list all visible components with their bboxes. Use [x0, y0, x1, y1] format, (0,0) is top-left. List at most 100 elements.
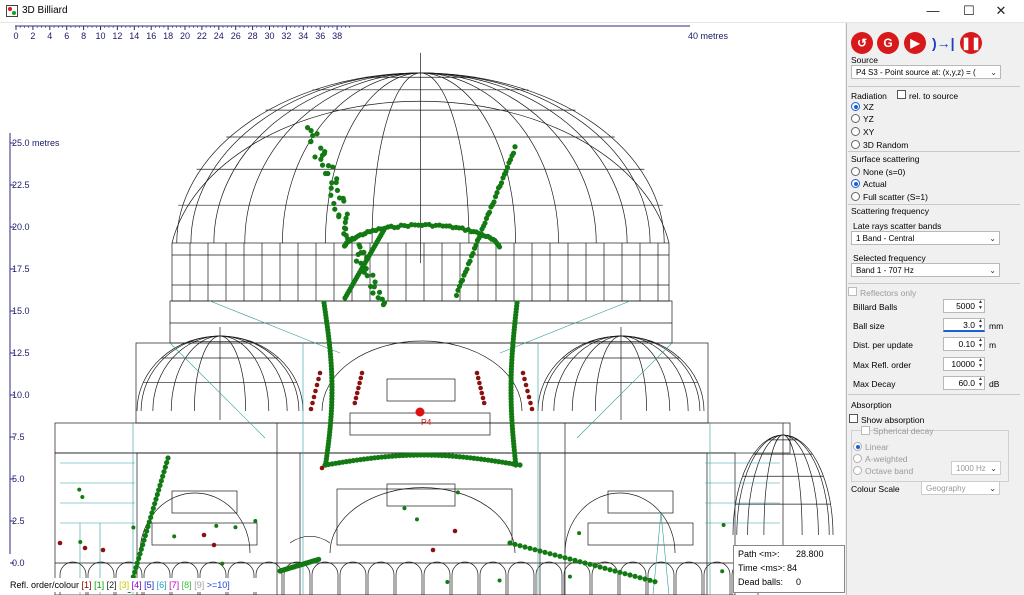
rel-to-source-checkbox[interactable]: [897, 90, 906, 99]
ray-ball: [647, 577, 653, 583]
radiation-xz-label: XZ: [863, 102, 874, 112]
ray-ball: [333, 179, 339, 186]
ray-ball: [527, 545, 533, 551]
ball-size-input[interactable]: 3.0 ▲ ▼: [943, 318, 985, 332]
legend-item-2: [2]: [104, 580, 117, 590]
radiation-3d-radio[interactable]: [851, 140, 860, 149]
radiation-yz-radio[interactable]: [851, 114, 860, 123]
late-ray-ball: [100, 547, 106, 553]
decay-octave-radio[interactable]: [853, 466, 862, 475]
ray-ball: [165, 455, 171, 461]
spinner-arrows-icon[interactable]: ▲ ▼: [978, 376, 983, 388]
decay-linear-label: Linear: [865, 442, 889, 452]
scatter-full-radio[interactable]: [851, 192, 860, 201]
ray-ball: [341, 225, 348, 231]
ray-ball: [517, 543, 523, 549]
late-ray-ball: [480, 395, 486, 401]
late-ray-ball: [313, 388, 318, 394]
close-button[interactable]: ✕: [978, 0, 1024, 22]
step-button[interactable]: )→|: [932, 32, 956, 54]
max-refl-order-input[interactable]: 10000 ▲ ▼: [943, 357, 985, 371]
ray-ball: [522, 544, 528, 550]
spinner-arrows-icon[interactable]: ▲ ▼: [978, 337, 983, 349]
decay-aweighted-radio[interactable]: [853, 454, 862, 463]
ray-ball: [330, 164, 336, 170]
spinner-arrows-icon[interactable]: ▲ ▼: [978, 299, 983, 311]
ray-ball: [233, 525, 238, 530]
reset-button[interactable]: ↺: [851, 32, 873, 54]
x-tick-label: 0: [13, 31, 18, 41]
late-ray-ball: [430, 547, 436, 553]
ray-ball: [152, 501, 158, 507]
source-select[interactable]: P4 S3 - Point source at: (x,y,z) = (⌄: [851, 65, 1001, 79]
ray-ball: [495, 185, 502, 191]
model-canvas[interactable]: 0 2 4 6 8 10 12 14 16 18 20 22 24 26 28 30 32 34 36 38 40 m…: [0, 23, 845, 595]
teal-construction-lines: [60, 300, 780, 595]
late-ray-ball: [357, 380, 362, 386]
scatter-none-radio[interactable]: [851, 167, 860, 176]
ball-size-label: Ball size: [853, 321, 885, 331]
ray-ball: [153, 496, 159, 502]
ray-ball: [642, 576, 648, 582]
ray-ball: [131, 525, 136, 530]
decay-linear-radio[interactable]: [853, 442, 862, 451]
scatter-actual-radio[interactable]: [851, 179, 860, 188]
ray-ball: [133, 565, 139, 571]
show-absorption-checkbox[interactable]: [849, 414, 858, 423]
colour-scale-label: Colour Scale: [851, 484, 900, 494]
refresh-button[interactable]: G: [877, 32, 899, 54]
spinner-arrows-icon[interactable]: ▲ ▼: [978, 357, 983, 369]
late-ray-ball: [522, 376, 527, 382]
ray-ball: [500, 175, 506, 181]
ray-ball: [453, 292, 460, 299]
octave-band-select[interactable]: 1000 Hz ⌄: [951, 461, 1001, 475]
spherical-decay-checkbox[interactable]: [861, 426, 870, 435]
ray-ball: [154, 491, 160, 498]
late-ray-ball: [310, 400, 315, 406]
play-button[interactable]: ▶: [904, 32, 926, 54]
ray-ball: [328, 185, 334, 191]
late-rays-label: Late rays scatter bands: [853, 221, 942, 231]
ray-ball: [140, 542, 146, 548]
x-tick-label: 12: [112, 31, 122, 41]
ray-ball: [214, 523, 219, 528]
y-tick-label: 7.5: [12, 432, 25, 442]
ray-ball: [652, 579, 658, 585]
dist-per-update-input[interactable]: 0.10 ▲ ▼: [943, 337, 985, 351]
y-tick-label: 10.0: [12, 390, 30, 400]
spinner-arrows-icon[interactable]: ▲ ▼: [978, 318, 983, 330]
billard-balls-input[interactable]: 5000 ▲ ▼: [943, 299, 985, 313]
reflectors-only-checkbox[interactable]: [848, 287, 857, 296]
ray-ball: [506, 160, 512, 166]
ray-ball: [148, 514, 154, 520]
model-viewport[interactable]: 0 2 4 6 8 10 12 14 16 18 20 22 24 26 28 30 32 34 36 38 40 m…: [0, 23, 845, 595]
late-ray-particles: [57, 370, 535, 553]
ray-ball: [507, 540, 513, 546]
ray-ball: [497, 578, 502, 583]
radiation-xy-radio[interactable]: [851, 127, 860, 136]
ray-ball: [156, 487, 162, 493]
radiation-xz-radio[interactable]: [851, 102, 860, 111]
selected-frequency-select[interactable]: Band 1 - 707 Hz ⌄: [851, 263, 1000, 277]
ray-ball: [172, 534, 177, 539]
ray-ball: [512, 541, 518, 547]
ray-ball: [537, 548, 543, 554]
ray-ball: [345, 236, 351, 242]
late-rays-select[interactable]: 1 Band - Central ⌄: [851, 231, 1000, 245]
billard-balls-value: 5000: [956, 301, 975, 311]
ray-ball: [149, 510, 155, 516]
ray-ball: [496, 244, 503, 250]
x-tick-label: 18: [163, 31, 173, 41]
pause-button[interactable]: ❚❚: [960, 32, 982, 54]
ray-ball: [357, 244, 363, 250]
octave-band-value: 1000 Hz: [956, 464, 986, 473]
y-ruler-ticks: 25.0 metres 22.5 20.0 17.5 15.0 12.5 10.0 7.5 5.…: [10, 138, 60, 568]
ray-ball: [612, 568, 618, 574]
ray-ball: [220, 561, 225, 566]
source-marker[interactable]: [415, 407, 425, 417]
x-tick-label: 30: [264, 31, 274, 41]
late-ray-ball: [57, 540, 63, 546]
max-decay-input[interactable]: 60.0 ▲ ▼: [943, 376, 985, 390]
ray-ball: [142, 533, 148, 539]
colour-scale-select[interactable]: Geography ⌄: [921, 481, 1000, 495]
